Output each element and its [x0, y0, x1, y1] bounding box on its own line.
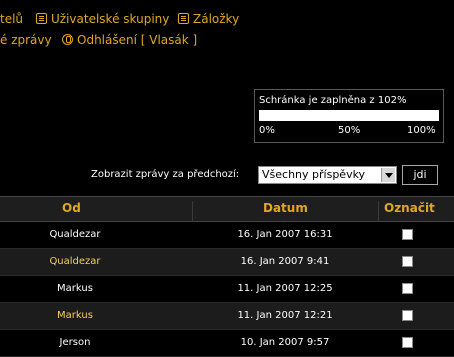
nav-logout-label: Odhlášení [ Vlasák ]	[77, 33, 198, 47]
table-row[interactable]: Qualdezar 16. Jan 2007 9:41	[0, 249, 454, 276]
nav-logout-link[interactable]: Odhlášení [ Vlasák ]	[62, 33, 197, 47]
table-row[interactable]: Qualdezar 16. Jan 2007 16:31	[0, 222, 454, 249]
table-row[interactable]: Jerson 10. Jan 2007 9:57	[0, 330, 454, 357]
filter-label: Zobrazit zprávy za předchozí:	[91, 169, 240, 180]
row-checkbox[interactable]	[402, 229, 413, 240]
row-from[interactable]: Jerson	[0, 337, 150, 348]
usergroups-icon	[36, 13, 47, 24]
header-date[interactable]: Datum	[263, 201, 308, 215]
row-date: 16. Jan 2007 16:31	[237, 229, 333, 240]
bookmarks-icon	[178, 13, 189, 24]
row-checkbox[interactable]	[402, 283, 413, 294]
row-checkbox[interactable]	[402, 256, 413, 267]
inbox-scale-0: 0%	[259, 125, 275, 136]
filter-select-value: Všechny příspěvky	[262, 168, 366, 181]
filter-select[interactable]: Všechny příspěvky	[258, 166, 397, 184]
row-from[interactable]: Markus	[0, 283, 150, 294]
nav-messages-label: é zprávy	[0, 33, 52, 47]
header-from[interactable]: Od	[62, 201, 81, 215]
table-row[interactable]: Markus 11. Jan 2007 12:25	[0, 276, 454, 303]
row-date: 16. Jan 2007 9:41	[240, 256, 330, 267]
nav-members-label: telů	[0, 12, 24, 26]
messages-table: Od Datum Označit Qualdezar 16. Jan 2007 …	[0, 196, 454, 357]
nav-messages-link[interactable]: é zprávy	[0, 33, 52, 47]
nav-bookmarks-link[interactable]: Záložky	[178, 12, 239, 26]
table-header: Od Datum Označit	[0, 196, 454, 225]
header-mark: Označit	[384, 201, 435, 215]
inbox-scale-50: 50%	[338, 125, 361, 136]
inbox-usage-title: Schránka je zaplněna z 102%	[259, 95, 407, 106]
row-from[interactable]: Qualdezar	[0, 229, 150, 240]
logout-icon	[62, 34, 73, 45]
nav-bookmarks-label: Záložky	[193, 12, 240, 26]
row-checkbox[interactable]	[402, 337, 413, 348]
chevron-down-icon[interactable]	[381, 168, 395, 182]
row-from[interactable]: Qualdezar	[0, 256, 150, 267]
nav-members-link[interactable]: telů	[0, 12, 23, 26]
row-checkbox[interactable]	[402, 310, 413, 321]
row-date: 10. Jan 2007 9:57	[240, 337, 330, 348]
table-row[interactable]: Markus 11. Jan 2007 12:21	[0, 303, 454, 330]
row-date: 11. Jan 2007 12:25	[237, 283, 333, 294]
go-button[interactable]: jdi	[402, 165, 438, 185]
nav-usergroups-link[interactable]: Uživatelské skupiny	[36, 12, 169, 26]
nav-usergroups-label: Uživatelské skupiny	[51, 12, 170, 26]
inbox-scale-100: 100%	[407, 125, 436, 136]
row-date: 11. Jan 2007 12:21	[237, 310, 333, 321]
inbox-usage-bar	[259, 110, 439, 121]
inbox-usage-box: Schránka je zaplněna z 102% 0% 50% 100%	[254, 89, 444, 143]
row-from[interactable]: Markus	[0, 310, 150, 321]
